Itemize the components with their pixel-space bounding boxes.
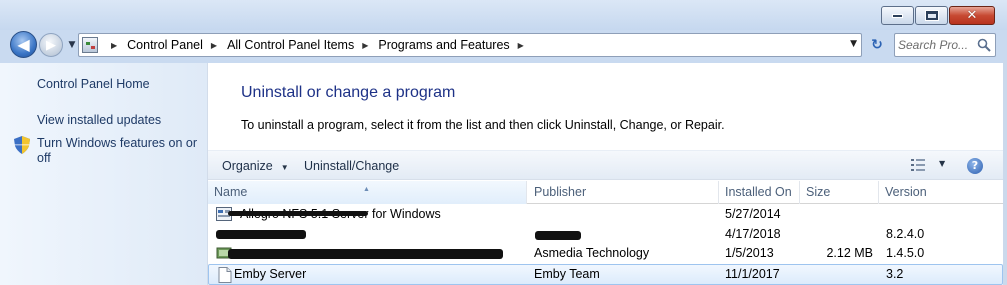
redaction-mark xyxy=(216,229,306,239)
address-bar[interactable]: ▶ Control Panel ▶ All Control Panel Item… xyxy=(78,33,862,57)
help-icon[interactable]: ? xyxy=(967,158,983,174)
control-panel-home-link[interactable]: Control Panel Home xyxy=(37,77,150,91)
close-icon: ✕ xyxy=(966,8,978,23)
change-view-icon[interactable] xyxy=(910,158,926,172)
organize-label: Organize xyxy=(222,159,273,173)
redaction-mark xyxy=(228,249,503,259)
view-installed-updates-link[interactable]: View installed updates xyxy=(37,113,161,127)
task-pane: Control Panel Home View installed update… xyxy=(0,63,208,285)
organize-button[interactable]: Organize ▼ xyxy=(222,151,289,181)
program-version: 8.2.4.0 xyxy=(886,226,925,241)
program-size xyxy=(806,265,873,284)
recent-pages-button[interactable]: ▼ xyxy=(66,38,78,52)
chevron-down-icon: ▼ xyxy=(280,163,289,172)
command-bar: Organize ▼ Uninstall/Change ▼ ? xyxy=(208,150,1003,180)
refresh-button[interactable]: ↻ xyxy=(866,35,888,55)
column-header-size[interactable]: Size xyxy=(800,181,879,204)
search-icon[interactable] xyxy=(977,38,991,52)
search-box[interactable] xyxy=(894,33,996,57)
program-size xyxy=(806,205,873,224)
breadcrumb-separator[interactable]: ▶ xyxy=(362,41,368,50)
view-options-dropdown[interactable]: ▼ xyxy=(939,159,945,168)
breadcrumb-control-panel[interactable]: Control Panel xyxy=(127,38,203,52)
shield-icon xyxy=(14,136,30,154)
column-header-publisher[interactable]: Publisher xyxy=(528,181,719,204)
maximize-icon xyxy=(924,10,939,21)
control-panel-icon xyxy=(82,37,98,53)
back-button[interactable]: ◀ xyxy=(10,31,37,58)
page-description: To uninstall a program, select it from t… xyxy=(241,118,725,132)
title-bar: ✕ xyxy=(0,0,1007,30)
breadcrumb-separator[interactable]: ▶ xyxy=(518,41,524,50)
column-label: Name xyxy=(214,185,248,199)
maximize-button[interactable] xyxy=(915,6,948,25)
windows-features-link[interactable]: Turn Windows features on or off xyxy=(37,136,202,166)
redaction-mark xyxy=(535,230,581,240)
program-installed-on: 1/5/2013 xyxy=(725,246,774,260)
table-row[interactable]: Allegro NFS 5.1 Server for Windows 5/27/… xyxy=(208,205,1003,225)
page-title: Uninstall or change a program xyxy=(241,84,456,101)
table-row[interactable]: Asmedia Technology 1/5/2013 2.12 MB 1.4.… xyxy=(208,244,1003,264)
program-publisher: Emby Team xyxy=(534,266,600,281)
column-header-name[interactable]: ▲ Name xyxy=(208,181,527,204)
navigation-bar: ◀ ▶ ▼ ▶ Control Panel ▶ All Control Pane… xyxy=(0,30,1007,60)
sort-ascending-icon: ▲ xyxy=(363,186,370,193)
breadcrumb: ▶ Control Panel ▶ All Control Panel Item… xyxy=(103,34,534,56)
column-headers: ▲ Name Publisher Installed On Size Versi… xyxy=(208,181,1003,204)
back-arrow-icon: ◀ xyxy=(17,35,30,54)
program-installed-on: 5/27/2014 xyxy=(725,207,781,221)
program-size xyxy=(806,225,873,244)
program-publisher: Asmedia Technology xyxy=(534,246,650,260)
forward-button[interactable]: ▶ xyxy=(39,33,63,57)
column-header-installed-on[interactable]: Installed On xyxy=(719,181,800,204)
program-name: Emby Server xyxy=(234,266,307,281)
minimize-button[interactable] xyxy=(881,6,914,25)
caption-buttons: ✕ xyxy=(880,6,995,26)
column-header-version[interactable]: Version xyxy=(879,181,1003,204)
redaction-mark xyxy=(228,211,368,216)
breadcrumb-separator[interactable]: ▶ xyxy=(211,41,217,50)
address-dropdown-icon[interactable]: ▼ xyxy=(850,39,857,49)
uninstall-change-button[interactable]: Uninstall/Change xyxy=(304,151,399,181)
minimize-icon xyxy=(892,13,903,18)
table-row[interactable]: 4/17/2018 8.2.4.0 xyxy=(208,225,1003,245)
search-input[interactable] xyxy=(898,37,976,53)
program-size: 2.12 MB xyxy=(826,246,873,260)
program-installed-on: 4/17/2018 xyxy=(725,226,781,241)
table-row-selected[interactable]: Emby Server Emby Team 11/1/2017 3.2 xyxy=(208,263,1003,285)
program-version: 1.4.5.0 xyxy=(886,246,925,260)
breadcrumb-programs-features[interactable]: Programs and Features xyxy=(378,38,509,52)
main-content: Uninstall or change a program To uninsta… xyxy=(208,63,1003,285)
program-version: 3.2 xyxy=(886,266,904,281)
breadcrumb-separator[interactable]: ▶ xyxy=(111,41,117,50)
close-button[interactable]: ✕ xyxy=(949,6,995,25)
forward-arrow-icon: ▶ xyxy=(46,37,56,53)
program-installed-on: 11/1/2017 xyxy=(725,266,780,281)
window-border xyxy=(1003,60,1007,285)
breadcrumb-all-items[interactable]: All Control Panel Items xyxy=(227,38,354,52)
program-icon xyxy=(218,266,232,283)
